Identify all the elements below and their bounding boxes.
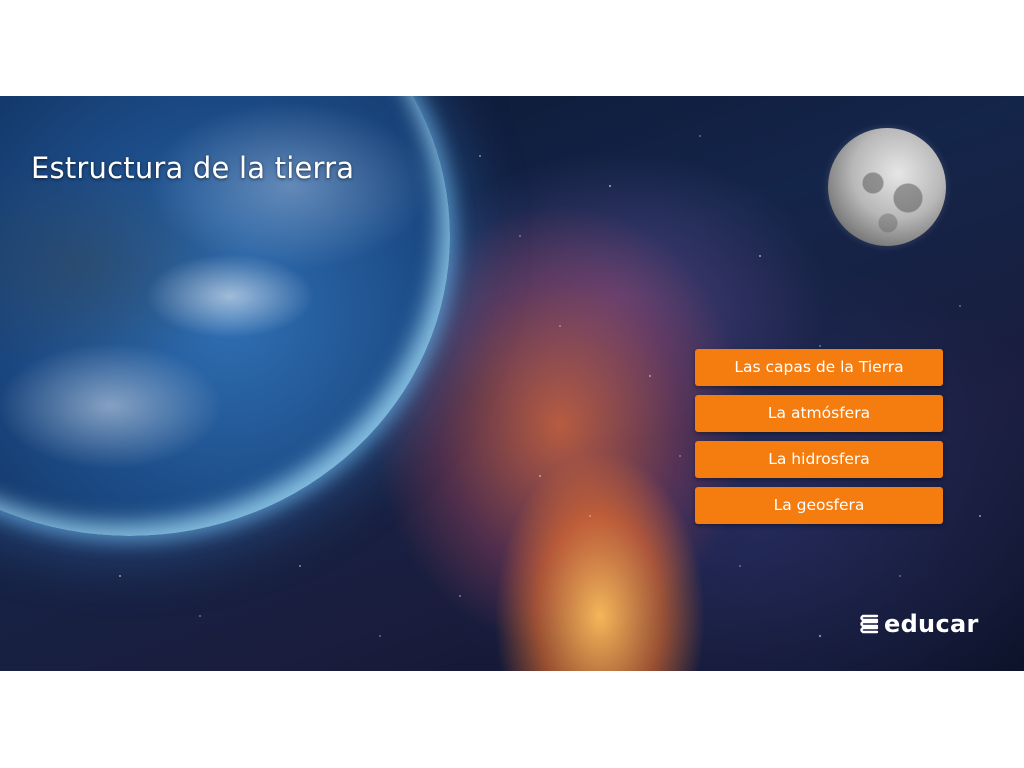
slide-canvas: Estructura de la tierra Las capas de la …	[0, 96, 1024, 671]
logo-text: educar	[884, 610, 979, 638]
slide-title: Estructura de la tierra	[31, 151, 355, 185]
menu-button-hidrosfera[interactable]: La hidrosfera	[695, 441, 943, 478]
menu-button-atmosfera[interactable]: La atmósfera	[695, 395, 943, 432]
educar-logo: educar	[860, 608, 979, 640]
topic-menu: Las capas de la Tierra La atmósfera La h…	[695, 349, 943, 533]
educar-logo-icon	[860, 614, 879, 634]
moon-image	[828, 128, 946, 246]
menu-button-geosfera[interactable]: La geosfera	[695, 487, 943, 524]
menu-button-capas[interactable]: Las capas de la Tierra	[695, 349, 943, 386]
